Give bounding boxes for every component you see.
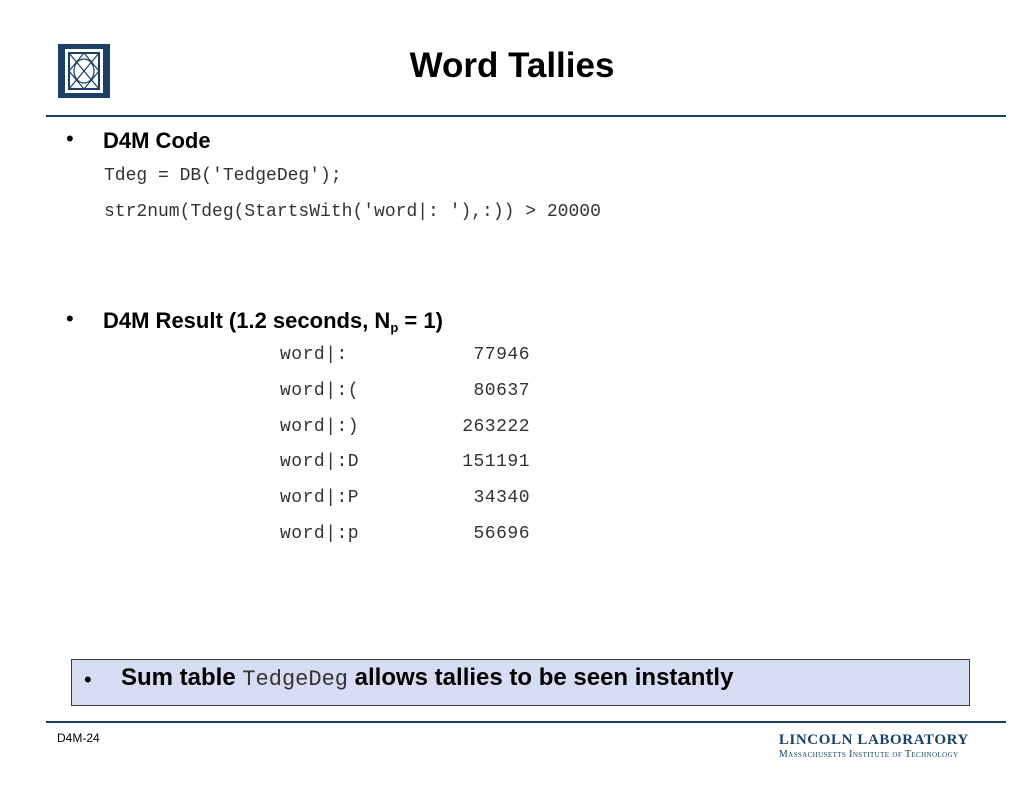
result-key: word|: (280, 345, 348, 365)
summary-callout: • Sum table TedgeDeg allows tallies to b… (71, 659, 970, 706)
result-row: word|: 77946 (280, 345, 530, 369)
result-row: word|:p 56696 (280, 524, 530, 548)
result-row: word|:) 263222 (280, 417, 530, 441)
result-key: word|:) (280, 417, 360, 437)
result-row: word|:D 151191 (280, 452, 530, 476)
result-value: 77946 (473, 345, 530, 365)
callout-text-before: Sum table (121, 664, 243, 691)
slide-title: Word Tallies (409, 46, 615, 85)
result-key: word|:P (280, 488, 360, 508)
bullet-marker: • (66, 306, 74, 331)
result-value: 34340 (473, 488, 530, 508)
lab-name: LINCOLN LABORATORY (778, 732, 969, 748)
callout-code: TedgeDeg (242, 667, 348, 692)
heading-text: D4M Result (1.2 seconds, N (103, 308, 391, 333)
lab-wordmark: LINCOLN LABORATORY Massachusetts Institu… (779, 732, 969, 760)
result-key: word|:( (280, 381, 360, 401)
code-line: str2num(Tdeg(StartsWith('word|: '),:)) >… (104, 202, 601, 222)
bullet-marker: • (66, 126, 74, 151)
slide-number: D4M-24 (57, 731, 100, 745)
result-row: word|:( 80637 (280, 381, 530, 405)
institute-name: Massachusetts Institute of Technology (778, 749, 959, 760)
header-divider (46, 115, 1006, 117)
heading-text: = 1) (398, 308, 443, 333)
section-heading-result: D4M Result (1.2 seconds, Np = 1) (103, 308, 443, 335)
result-value: 151191 (462, 452, 530, 472)
result-value: 80637 (473, 381, 530, 401)
result-value: 263222 (462, 417, 530, 437)
bullet-marker: • (84, 667, 92, 692)
code-line: Tdeg = DB('TedgeDeg'); (104, 166, 342, 186)
footer-divider (46, 721, 1006, 723)
result-row: word|:P 34340 (280, 488, 530, 512)
callout-text-after: allows tallies to be seen instantly (347, 664, 734, 691)
section-heading-code: D4M Code (103, 128, 211, 153)
result-key: word|:D (280, 452, 360, 472)
result-key: word|:p (280, 524, 360, 544)
callout-text: Sum table TedgeDeg allows tallies to be … (121, 664, 733, 692)
result-value: 56696 (473, 524, 530, 544)
